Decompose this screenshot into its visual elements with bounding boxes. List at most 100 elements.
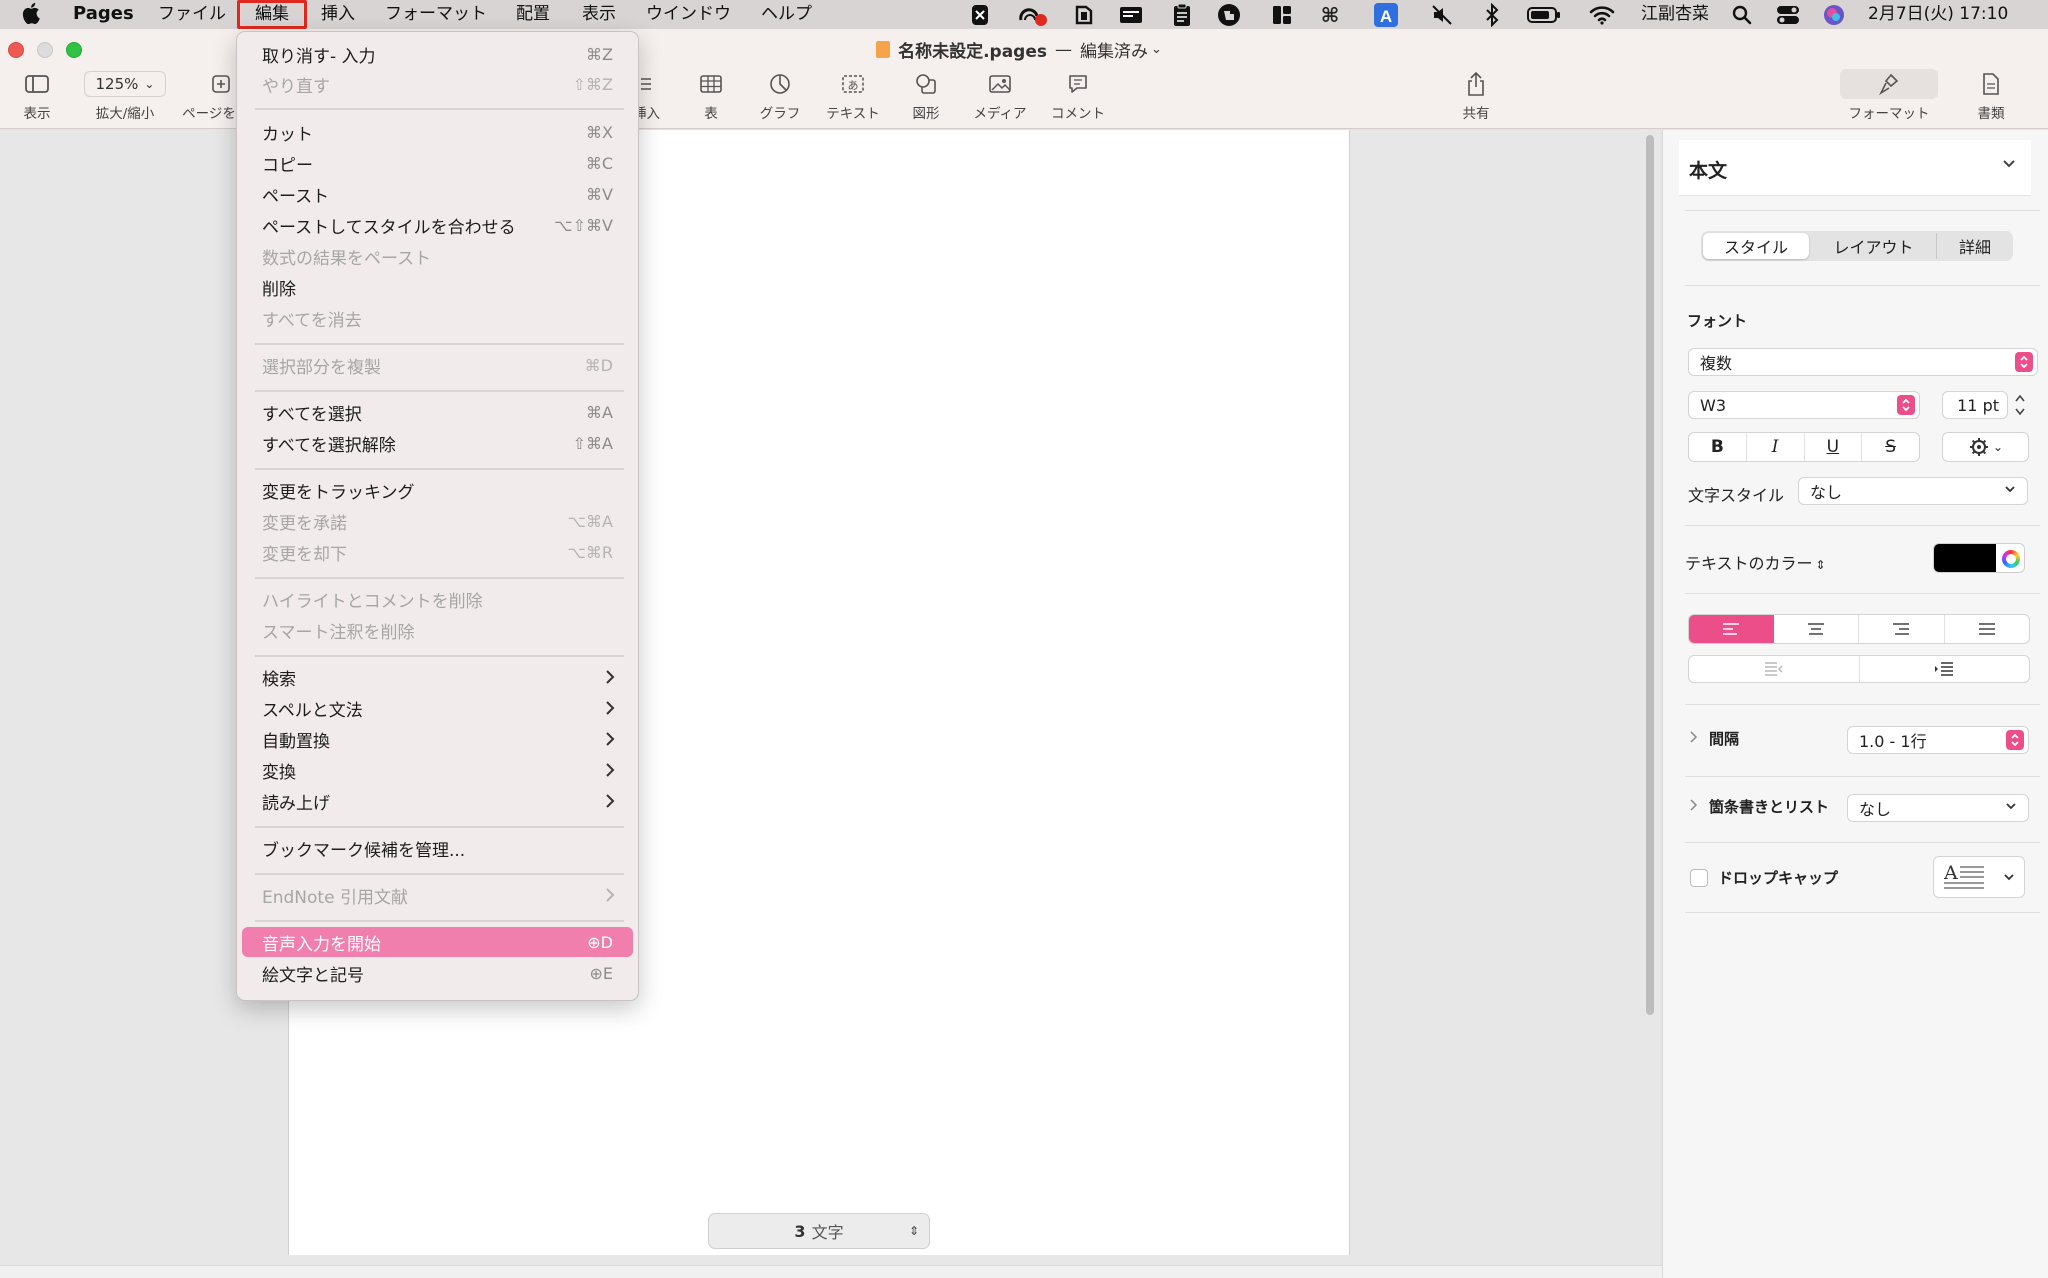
menu-item-spelling-grammar[interactable]: スペルと文法 [242, 693, 633, 723]
align-right-button[interactable] [1859, 615, 1945, 643]
toolbar-comment-button[interactable]: コメント [1046, 70, 1110, 122]
battery-icon[interactable] [1527, 2, 1561, 27]
menu-item-manage-bookmarks[interactable]: ブックマーク候補を管理... [242, 833, 633, 863]
menubar-clock[interactable]: 2月7日(火) 17:10 [1868, 0, 2008, 29]
menu-item-delete[interactable]: 削除 [242, 272, 633, 302]
text-color-well[interactable] [1933, 543, 2025, 573]
search-icon[interactable] [1730, 2, 1754, 27]
text-color-label[interactable]: テキストのカラー ⇕ [1685, 550, 1826, 574]
align-center-button[interactable] [1774, 615, 1859, 643]
app-menu-pages[interactable]: Pages [73, 0, 134, 29]
user-name[interactable]: 江副杏菜 [1641, 0, 1709, 29]
app-status-icon[interactable] [968, 2, 992, 27]
menu-item-deselect-all[interactable]: すべてを選択解除 ⇧⌘A [242, 428, 633, 458]
add-page-icon [182, 70, 236, 98]
tab-style[interactable]: スタイル [1703, 233, 1809, 259]
menu-item-select-all[interactable]: すべてを選択 ⌘A [242, 397, 633, 427]
menu-item-paste-match-style[interactable]: ペーストしてスタイルを合わせる ⌥⇧⌘V [242, 210, 633, 240]
bold-button[interactable]: B [1689, 433, 1747, 461]
clipboard-icon[interactable] [1170, 2, 1194, 27]
spacing-select[interactable]: 1.0 - 1行 [1847, 726, 2029, 754]
mute-icon[interactable] [1430, 2, 1454, 27]
toolbar-view-button[interactable]: 表示 [16, 70, 58, 122]
menu-item-paste[interactable]: ペースト ⌘V [242, 179, 633, 209]
menu-item-find[interactable]: 検索 [242, 662, 633, 692]
spacing-label[interactable]: 間隔 [1709, 728, 1739, 749]
edit-menu-dropdown: 取り消す- 入力 ⌘Z やり直す ⇧⌘Z カット ⌘X コピー ⌘C ペースト ⌘V ペー… [236, 31, 639, 1001]
command-icon[interactable]: ⌘ [1318, 2, 1342, 27]
toolbar-text-button[interactable]: あ テキスト [820, 70, 886, 122]
control-center-icon[interactable] [1775, 2, 1801, 27]
menu-insert[interactable]: 挿入 [321, 0, 355, 29]
advanced-options-button[interactable]: ⌄ [1942, 432, 2029, 462]
toolbar-chart-button[interactable]: グラフ [752, 70, 808, 122]
tab-layout[interactable]: レイアウト [1811, 233, 1937, 259]
menu-item-undo[interactable]: 取り消す- 入力 ⌘Z [242, 39, 633, 69]
up-down-icon [2006, 730, 2024, 750]
strikethrough-button[interactable]: S [1862, 433, 1919, 461]
dropcap-checkbox[interactable] [1690, 869, 1708, 887]
input-source-icon[interactable]: A [1373, 2, 1399, 27]
menu-item-substitutions[interactable]: 自動置換 [242, 724, 633, 754]
font-weight-select[interactable]: W3 [1688, 391, 1920, 419]
italic-button[interactable]: I [1747, 433, 1805, 461]
menu-item-copy[interactable]: コピー ⌘C [242, 148, 633, 178]
menu-item-speech[interactable]: 読み上げ [242, 786, 633, 816]
dropcap-style-select[interactable]: A [1933, 856, 2025, 898]
menu-arrange[interactable]: 配置 [516, 0, 550, 29]
chevron-down-icon[interactable]: ⌄ [1151, 42, 1162, 57]
siri-icon[interactable] [1822, 2, 1846, 27]
increase-indent-button[interactable] [1860, 656, 2030, 682]
menu-window[interactable]: ウインドウ [646, 0, 731, 29]
vertical-scrollbar[interactable] [1646, 135, 1654, 1015]
menu-item-track-changes[interactable]: 変更をトラッキング [242, 475, 633, 505]
align-left-button[interactable] [1689, 615, 1774, 643]
font-heading: フォント [1687, 312, 1748, 330]
toolbar-media-button[interactable]: メディア [966, 70, 1034, 122]
justify-button[interactable] [1945, 615, 2030, 643]
font-size-stepper[interactable] [2013, 391, 2029, 419]
font-family-select[interactable]: 複数 [1688, 348, 2038, 376]
char-style-select[interactable]: なし [1798, 477, 2028, 505]
menu-item-cut[interactable]: カット ⌘X [242, 117, 633, 147]
underline-button[interactable]: U [1805, 433, 1863, 461]
apple-icon[interactable] [22, 2, 40, 31]
toolbar-document-button[interactable]: 書類 [1966, 70, 2016, 122]
gear-icon [1968, 436, 1990, 458]
toolbar-shape-button[interactable]: 図形 [906, 70, 946, 122]
document-status[interactable]: 編集済み [1080, 37, 1148, 62]
word-count-button[interactable]: 3 文字 ⇕ [708, 1213, 930, 1249]
menu-item-duplicate: 選択部分を複製 ⌘D [262, 355, 613, 378]
color-wheel-icon[interactable] [2002, 550, 2020, 568]
chevron-right-icon[interactable] [1688, 798, 1698, 812]
toolbar-format-button[interactable]: フォーマット [1840, 69, 1938, 122]
decrease-indent-button[interactable] [1689, 656, 1860, 682]
display-icon[interactable] [1118, 2, 1144, 27]
menu-item-emoji-symbols[interactable]: 絵文字と記号 ⊕E [242, 958, 633, 988]
tab-more[interactable]: 詳細 [1939, 233, 2011, 259]
shield-icon[interactable] [1072, 2, 1096, 27]
menu-help[interactable]: ヘルプ [761, 0, 812, 29]
wifi-icon[interactable] [1588, 2, 1616, 27]
paragraph-style-selector[interactable]: 本文 [1679, 140, 2031, 196]
font-size-field[interactable]: 11 pt [1942, 391, 2008, 419]
toolbar-share-button[interactable]: 共有 [1456, 70, 1496, 122]
zoom-select[interactable]: 125% ⌄ [84, 71, 166, 97]
toolbar-zoom-button[interactable]: 125% ⌄ 拡大/縮小 [80, 70, 170, 122]
menu-format[interactable]: フォーマット [385, 0, 487, 29]
toolbar-text-label: テキスト [826, 106, 880, 122]
toolbar-add-page-button[interactable]: ページを [182, 70, 236, 122]
sync-status-icon[interactable] [1015, 2, 1051, 27]
menu-view[interactable]: 表示 [582, 0, 616, 29]
bullets-label[interactable]: 箇条書きとリスト [1709, 796, 1829, 817]
bullets-select[interactable]: なし [1847, 794, 2029, 822]
menu-item-transformations[interactable]: 変換 [242, 755, 633, 785]
alignment-buttons [1688, 614, 2030, 644]
chevron-right-icon[interactable] [1688, 730, 1698, 744]
menu-file[interactable]: ファイル [158, 0, 226, 29]
menu-item-start-dictation[interactable]: 音声入力を開始 ⊕D [242, 927, 633, 957]
layout-icon[interactable] [1270, 2, 1294, 27]
toolbar-table-button[interactable]: 表 [692, 70, 730, 122]
evernote-icon[interactable] [1216, 2, 1242, 27]
bluetooth-icon[interactable] [1480, 2, 1504, 27]
